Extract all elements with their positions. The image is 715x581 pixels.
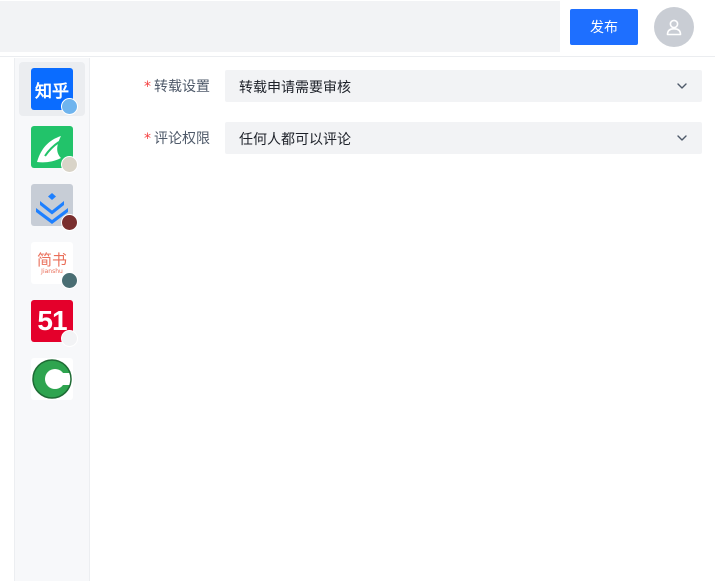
title-input[interactable] xyxy=(0,1,560,52)
repost-label: * 转载设置 xyxy=(144,76,210,96)
repost-select-value: 转载申请需要审核 xyxy=(239,80,351,96)
chevron-down-icon xyxy=(677,83,687,89)
repost-label-text: 转载设置 xyxy=(154,79,210,95)
form-row-repost: * 转载设置 转载申请需要审核 xyxy=(100,70,702,102)
platform-yuque[interactable] xyxy=(19,120,85,174)
account-avatar-icon xyxy=(61,214,78,231)
repost-select[interactable]: 转载申请需要审核 xyxy=(225,70,702,102)
comment-label-text: 评论权限 xyxy=(154,131,210,147)
required-mark: * xyxy=(144,131,151,147)
required-mark: * xyxy=(144,79,151,95)
platform-zhihu[interactable]: 知乎 xyxy=(19,62,85,116)
comment-select-value: 任何人都可以评论 xyxy=(239,132,351,148)
account-avatar-icon xyxy=(61,330,78,347)
platform-51cto[interactable]: 51 xyxy=(19,294,85,348)
form-row-comment: * 评论权限 任何人都可以评论 xyxy=(100,122,702,154)
platform-sidebar: 知乎 简书 Jianshu 51 xyxy=(14,58,90,581)
account-avatar-icon xyxy=(61,98,78,115)
platform-juejin[interactable] xyxy=(19,178,85,232)
jianshu-logo-text: 简书 xyxy=(36,250,67,269)
zhihu-logo-text: 知乎 xyxy=(35,81,69,102)
chevron-down-icon xyxy=(677,135,687,141)
avatar[interactable] xyxy=(654,7,694,47)
account-avatar-icon xyxy=(61,272,78,289)
user-icon xyxy=(666,19,682,36)
jianshu-logo-subtext: Jianshu xyxy=(41,267,63,275)
comment-select[interactable]: 任何人都可以评论 xyxy=(225,122,702,154)
comment-label: * 评论权限 xyxy=(144,128,210,148)
publish-button[interactable]: 发布 xyxy=(570,9,638,45)
account-avatar-icon xyxy=(61,156,78,173)
platform-jianshu[interactable]: 简书 Jianshu xyxy=(19,236,85,290)
platform-csdn[interactable] xyxy=(19,352,85,406)
csdn-logo-icon xyxy=(31,358,73,400)
top-bar: 发布 xyxy=(0,0,715,57)
